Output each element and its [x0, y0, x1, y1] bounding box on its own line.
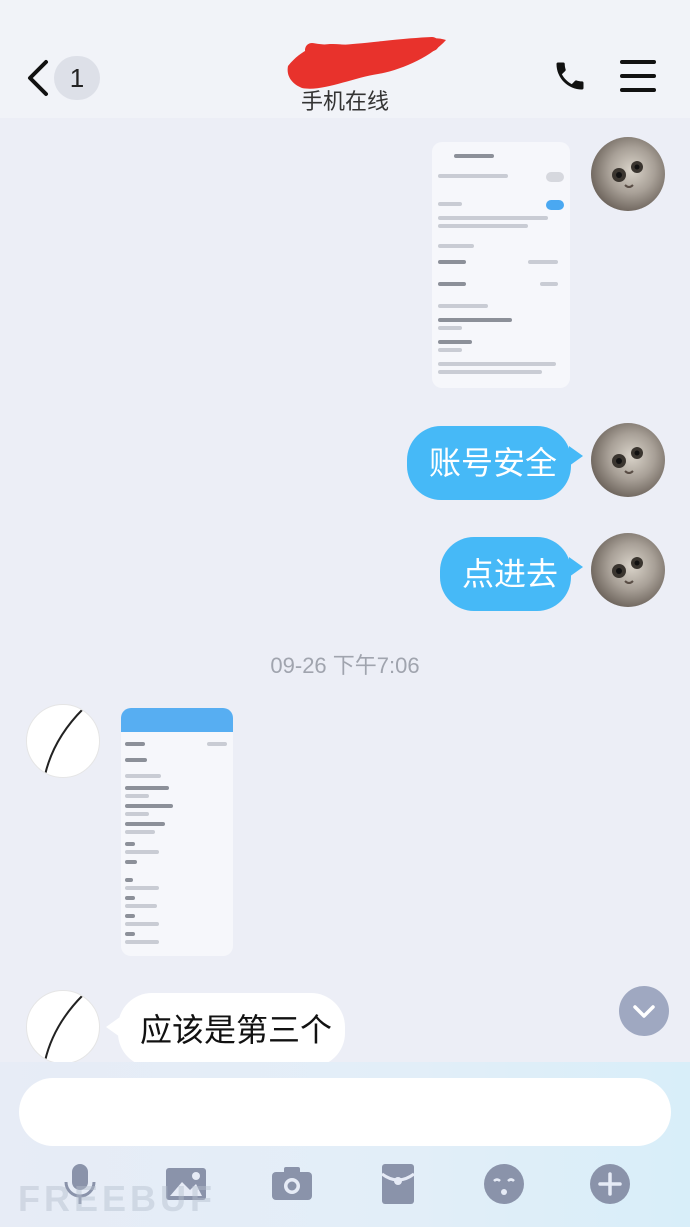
emoji-icon — [484, 1164, 524, 1204]
received-image-message[interactable] — [121, 708, 233, 956]
contact-avatar[interactable] — [26, 704, 100, 778]
camera-icon — [272, 1167, 312, 1200]
my-avatar[interactable] — [591, 423, 665, 497]
camera-button[interactable] — [270, 1162, 314, 1206]
menu-line — [620, 74, 656, 78]
watermark: FREEBUF — [18, 1178, 216, 1219]
red-packet-button[interactable] — [376, 1162, 420, 1206]
message-input[interactable] — [19, 1078, 671, 1146]
sent-image-message[interactable] — [432, 142, 570, 388]
plus-icon — [590, 1164, 630, 1204]
pen-stroke-icon — [44, 994, 84, 1062]
phone-call-button[interactable] — [552, 58, 592, 98]
chat-header: 1 手机在线 — [0, 0, 690, 118]
bubble-tail — [569, 557, 583, 577]
redaction-scribble — [287, 37, 446, 89]
cat-face-icon — [612, 447, 643, 474]
contact-avatar[interactable] — [26, 990, 100, 1064]
bubble-tail — [569, 446, 583, 466]
menu-button[interactable] — [620, 60, 656, 94]
phone-icon — [556, 62, 584, 90]
my-avatar[interactable] — [591, 533, 665, 607]
menu-line — [620, 88, 656, 92]
emoji-button[interactable] — [482, 1162, 526, 1206]
message-timestamp: 09-26 下午7:06 — [270, 653, 420, 678]
more-button[interactable] — [588, 1162, 632, 1206]
received-text-bubble[interactable]: 应该是第三个 — [118, 993, 345, 1067]
cat-face-icon — [612, 161, 643, 188]
my-avatar[interactable] — [591, 137, 665, 211]
pen-stroke-icon — [44, 708, 84, 776]
red-packet-icon — [381, 1164, 415, 1204]
menu-line — [620, 60, 656, 64]
chevron-down-icon — [633, 1005, 655, 1018]
scroll-to-bottom-button[interactable] — [619, 986, 669, 1036]
sent-text-bubble[interactable]: 点进去 — [440, 537, 571, 611]
sent-text-bubble[interactable]: 账号安全 — [407, 426, 571, 500]
cat-face-icon — [612, 557, 643, 584]
